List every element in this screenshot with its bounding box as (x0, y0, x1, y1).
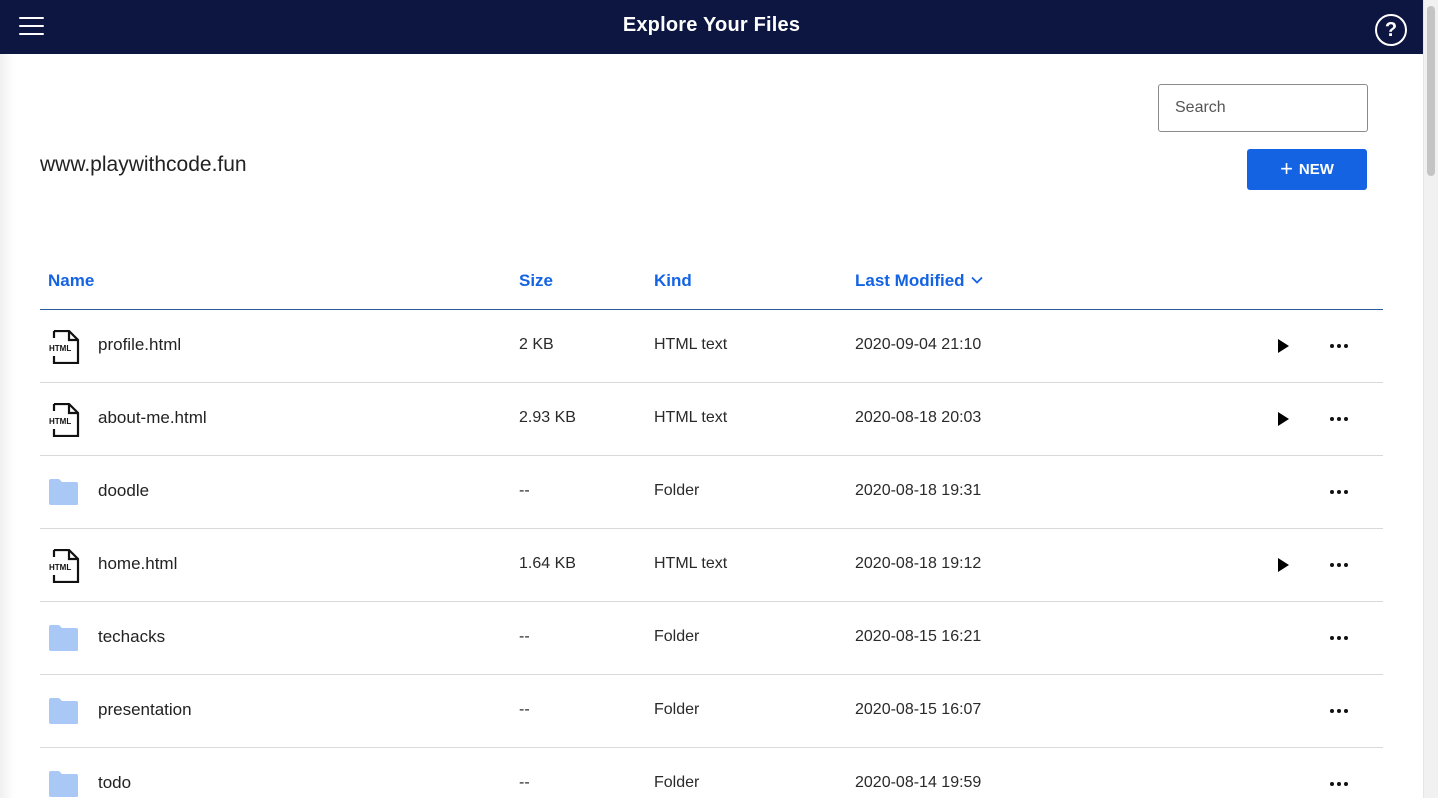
folder-icon (48, 770, 79, 798)
scrollbar[interactable] (1423, 0, 1438, 798)
table-row[interactable]: presentation -- Folder 2020-08-15 16:07 (40, 675, 1383, 748)
file-kind: Folder (654, 774, 700, 791)
file-last-modified: 2020-08-18 19:12 (855, 555, 982, 572)
new-button-label: NEW (1298, 161, 1334, 178)
more-icon[interactable] (1327, 410, 1351, 428)
column-header-last-modified[interactable]: Last Modified (855, 271, 983, 291)
file-size: 1.64 KB (519, 555, 576, 572)
play-icon[interactable] (1273, 336, 1293, 356)
file-table: Name Size Kind Last Modified HTML profile… (40, 258, 1383, 798)
folder-icon (48, 478, 79, 506)
file-size: -- (519, 774, 530, 791)
html-file-icon: HTML (48, 402, 80, 438)
more-icon[interactable] (1327, 337, 1351, 355)
plus-icon: + (1280, 155, 1293, 181)
file-last-modified: 2020-08-15 16:21 (855, 628, 982, 645)
more-icon[interactable] (1327, 702, 1351, 720)
search-input[interactable] (1158, 84, 1368, 132)
file-name[interactable]: todo (98, 773, 131, 793)
file-kind: Folder (654, 701, 700, 718)
scrollbar-thumb[interactable] (1427, 6, 1435, 176)
file-size: -- (519, 701, 530, 718)
file-name[interactable]: presentation (98, 700, 192, 720)
top-bar: Explore Your Files ? (0, 0, 1423, 54)
table-header: Name Size Kind Last Modified (40, 258, 1383, 310)
svg-text:HTML: HTML (49, 563, 71, 572)
file-size: -- (519, 482, 530, 499)
file-kind: Folder (654, 482, 700, 499)
file-size: 2.93 KB (519, 409, 576, 426)
column-header-last-modified-label: Last Modified (855, 271, 965, 290)
folder-icon (48, 624, 79, 652)
column-header-kind[interactable]: Kind (654, 271, 692, 291)
more-icon[interactable] (1327, 556, 1351, 574)
table-row[interactable]: HTML about-me.html 2.93 KB HTML text 2020-08… (40, 383, 1383, 456)
play-icon[interactable] (1273, 409, 1293, 429)
table-body: HTML profile.html 2 KB HTML text 2020-09-04 … (40, 310, 1383, 798)
help-icon[interactable]: ? (1375, 14, 1407, 46)
file-last-modified: 2020-08-14 19:59 (855, 774, 982, 791)
file-kind: HTML text (654, 409, 728, 426)
app-title: Explore Your Files (622, 14, 801, 36)
file-size: -- (519, 628, 530, 645)
html-file-icon: HTML (48, 329, 80, 365)
file-last-modified: 2020-08-18 20:03 (855, 409, 982, 426)
file-kind: Folder (654, 628, 700, 645)
site-title: www.playwithcode.fun (40, 153, 247, 176)
new-button[interactable]: + NEW (1247, 149, 1367, 190)
table-row[interactable]: doodle -- Folder 2020-08-18 19:31 (40, 456, 1383, 529)
file-last-modified: 2020-08-15 16:07 (855, 701, 982, 718)
file-name[interactable]: home.html (98, 554, 177, 574)
file-last-modified: 2020-09-04 21:10 (855, 336, 982, 353)
table-row[interactable]: techacks -- Folder 2020-08-15 16:21 (40, 602, 1383, 675)
file-kind: HTML text (654, 336, 728, 353)
html-file-icon: HTML (48, 548, 80, 584)
file-name[interactable]: techacks (98, 627, 165, 647)
play-icon[interactable] (1273, 555, 1293, 575)
file-last-modified: 2020-08-18 19:31 (855, 482, 982, 499)
file-kind: HTML text (654, 555, 728, 572)
more-icon[interactable] (1327, 775, 1351, 793)
file-name[interactable]: doodle (98, 481, 149, 501)
chevron-down-icon (970, 276, 983, 284)
svg-text:HTML: HTML (49, 417, 71, 426)
column-header-name[interactable]: Name (48, 271, 94, 291)
more-icon[interactable] (1327, 483, 1351, 501)
table-row[interactable]: HTML home.html 1.64 KB HTML text 2020-08-18 … (40, 529, 1383, 602)
folder-icon (48, 697, 79, 725)
file-size: 2 KB (519, 336, 554, 353)
more-icon[interactable] (1327, 629, 1351, 647)
table-row[interactable]: todo -- Folder 2020-08-14 19:59 (40, 748, 1383, 798)
column-header-size[interactable]: Size (519, 271, 553, 291)
table-row[interactable]: HTML profile.html 2 KB HTML text 2020-09-04 … (40, 310, 1383, 383)
svg-text:HTML: HTML (49, 344, 71, 353)
file-name[interactable]: about-me.html (98, 408, 207, 428)
left-shadow (0, 54, 14, 798)
file-name[interactable]: profile.html (98, 335, 181, 355)
